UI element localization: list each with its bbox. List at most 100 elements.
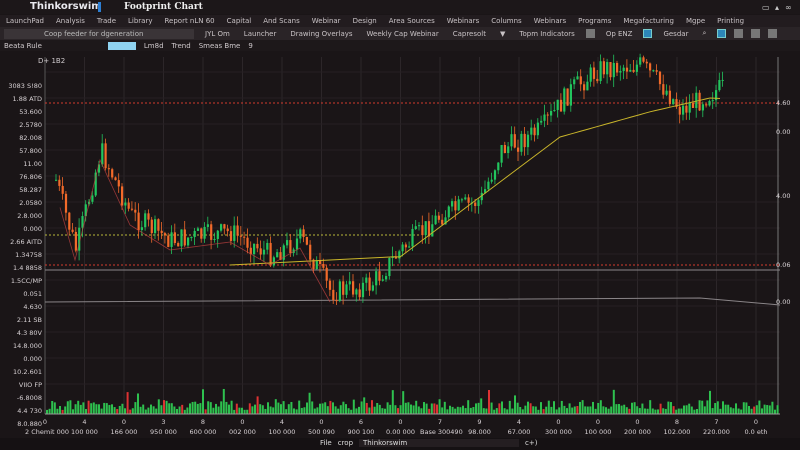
grid-icon[interactable] xyxy=(585,29,595,38)
menu-item[interactable]: Printing xyxy=(717,17,744,25)
pencil-icon[interactable] xyxy=(751,29,761,38)
candle-up xyxy=(276,252,279,258)
toolbar: Coop feeder for dgeneration JYL Om Launc… xyxy=(0,27,800,40)
layout-icon[interactable] xyxy=(717,29,727,38)
volume-bar xyxy=(729,407,732,414)
candle-up xyxy=(576,76,579,80)
volume-bar xyxy=(355,408,358,414)
candle-up xyxy=(493,170,497,180)
menu-item[interactable]: Programs xyxy=(578,17,611,25)
volume-bar xyxy=(560,400,563,414)
candle-down xyxy=(147,213,150,220)
draw-icon[interactable] xyxy=(734,29,744,38)
color-swatch[interactable] xyxy=(107,41,136,50)
chart-icon[interactable] xyxy=(643,29,653,38)
volume-bar xyxy=(446,409,449,414)
price-chart[interactable] xyxy=(0,52,800,438)
studies-button[interactable]: Smeas Bme xyxy=(199,42,241,50)
link-icon[interactable]: ∞ xyxy=(785,3,792,12)
volume-bar xyxy=(345,404,347,414)
volume-bar xyxy=(319,403,321,414)
toolbar-indicators[interactable]: Topm Indicators xyxy=(516,30,577,38)
candle-up xyxy=(490,179,493,182)
toolbar-overlays[interactable]: Drawing Overlays xyxy=(287,30,355,38)
volume-bar xyxy=(360,401,363,414)
volume-bar xyxy=(407,402,410,414)
menu-item[interactable]: Report nLN 60 xyxy=(165,17,215,25)
volume-bar xyxy=(170,403,173,414)
volume-bar xyxy=(391,390,394,414)
toolbar-capresolt[interactable]: Capresolt xyxy=(450,30,489,38)
candle-down xyxy=(533,127,536,136)
volume-bar xyxy=(339,405,342,414)
volume-bar xyxy=(105,403,108,414)
beata-rule-select[interactable]: Beata Rule xyxy=(4,42,42,50)
menu-item[interactable]: Analysis xyxy=(56,17,85,25)
menu-item[interactable]: Webinars xyxy=(534,17,566,25)
settings-icon[interactable] xyxy=(768,29,778,38)
volume-bar xyxy=(144,409,147,414)
candle-up xyxy=(606,62,609,75)
menu-item[interactable]: Webinars xyxy=(447,17,479,25)
x-axis-tick: 0 xyxy=(121,418,127,426)
candle-up xyxy=(510,134,513,147)
toolbar-webinar[interactable]: Weekly Cap Webinar xyxy=(364,30,442,38)
volume-bar xyxy=(436,404,438,414)
candle-down xyxy=(121,186,124,206)
volume-bar xyxy=(199,403,202,414)
volume-bar xyxy=(269,406,272,414)
menu-item[interactable]: Design xyxy=(353,17,377,25)
volume-bar xyxy=(672,406,675,414)
volume-bar xyxy=(92,402,95,414)
y-axis-label: 2.11 SB xyxy=(16,316,42,324)
search-input[interactable]: Coop feeder for dgeneration xyxy=(4,28,194,39)
menu-item[interactable]: LaunchPad xyxy=(6,17,44,25)
menu-item[interactable]: Webinar xyxy=(312,17,341,25)
menu-item[interactable]: Mgpe xyxy=(686,17,705,25)
candle-down xyxy=(609,62,612,78)
volume-bar xyxy=(456,406,459,414)
candle-up xyxy=(338,281,341,301)
volume-bar xyxy=(321,403,324,414)
menu-item[interactable]: Library xyxy=(128,17,152,25)
volume-bar xyxy=(48,408,51,414)
candle-up xyxy=(460,199,464,201)
candle-down xyxy=(246,237,249,248)
trend-select[interactable]: Trend xyxy=(172,42,191,50)
menu-item[interactable]: Megafacturing xyxy=(623,17,674,25)
candle-up xyxy=(233,225,236,241)
candle-down xyxy=(579,76,582,85)
toolbar-openz[interactable]: Op ENZ xyxy=(603,30,636,38)
search-value[interactable]: JYL Om xyxy=(202,30,233,38)
candle-down xyxy=(64,193,68,213)
file-menu[interactable]: File xyxy=(320,439,332,447)
menu-item[interactable]: Trade xyxy=(97,17,116,25)
toolbar-gesdar[interactable]: Gesdar xyxy=(660,30,691,38)
x-axis-label: 98.000 xyxy=(468,428,491,436)
zoom-icon[interactable]: ⌕ xyxy=(699,29,709,38)
y-axis-label: 57.800 xyxy=(19,147,42,155)
home-icon[interactable]: ▴ xyxy=(775,3,779,12)
volume-bar xyxy=(116,409,119,414)
candle-down xyxy=(269,242,272,266)
candle-up xyxy=(569,84,572,106)
volume-bar xyxy=(85,409,87,414)
menu-item[interactable]: Columns xyxy=(491,17,521,25)
volume-bar xyxy=(558,407,561,414)
crop-button[interactable]: crop xyxy=(338,439,353,447)
x-axis-label: 100 000 xyxy=(268,428,296,436)
restore-icon[interactable]: ▭ xyxy=(762,3,770,12)
menu-item[interactable]: Capital xyxy=(227,17,252,25)
candle-down xyxy=(309,244,312,260)
candle-up xyxy=(652,70,655,72)
menu-item[interactable]: And Scans xyxy=(263,17,300,25)
candle-down xyxy=(454,201,457,211)
volume-bar xyxy=(464,408,467,414)
volume-bar xyxy=(524,405,527,414)
chevron-down-icon[interactable]: ▼ xyxy=(497,30,508,38)
logo-mark xyxy=(98,2,101,12)
toolbar-launcher[interactable]: Launcher xyxy=(241,30,280,38)
status-icons[interactable]: c+) xyxy=(525,439,537,447)
volume-bar xyxy=(753,406,756,414)
menu-item[interactable]: Area Sources xyxy=(389,17,435,25)
